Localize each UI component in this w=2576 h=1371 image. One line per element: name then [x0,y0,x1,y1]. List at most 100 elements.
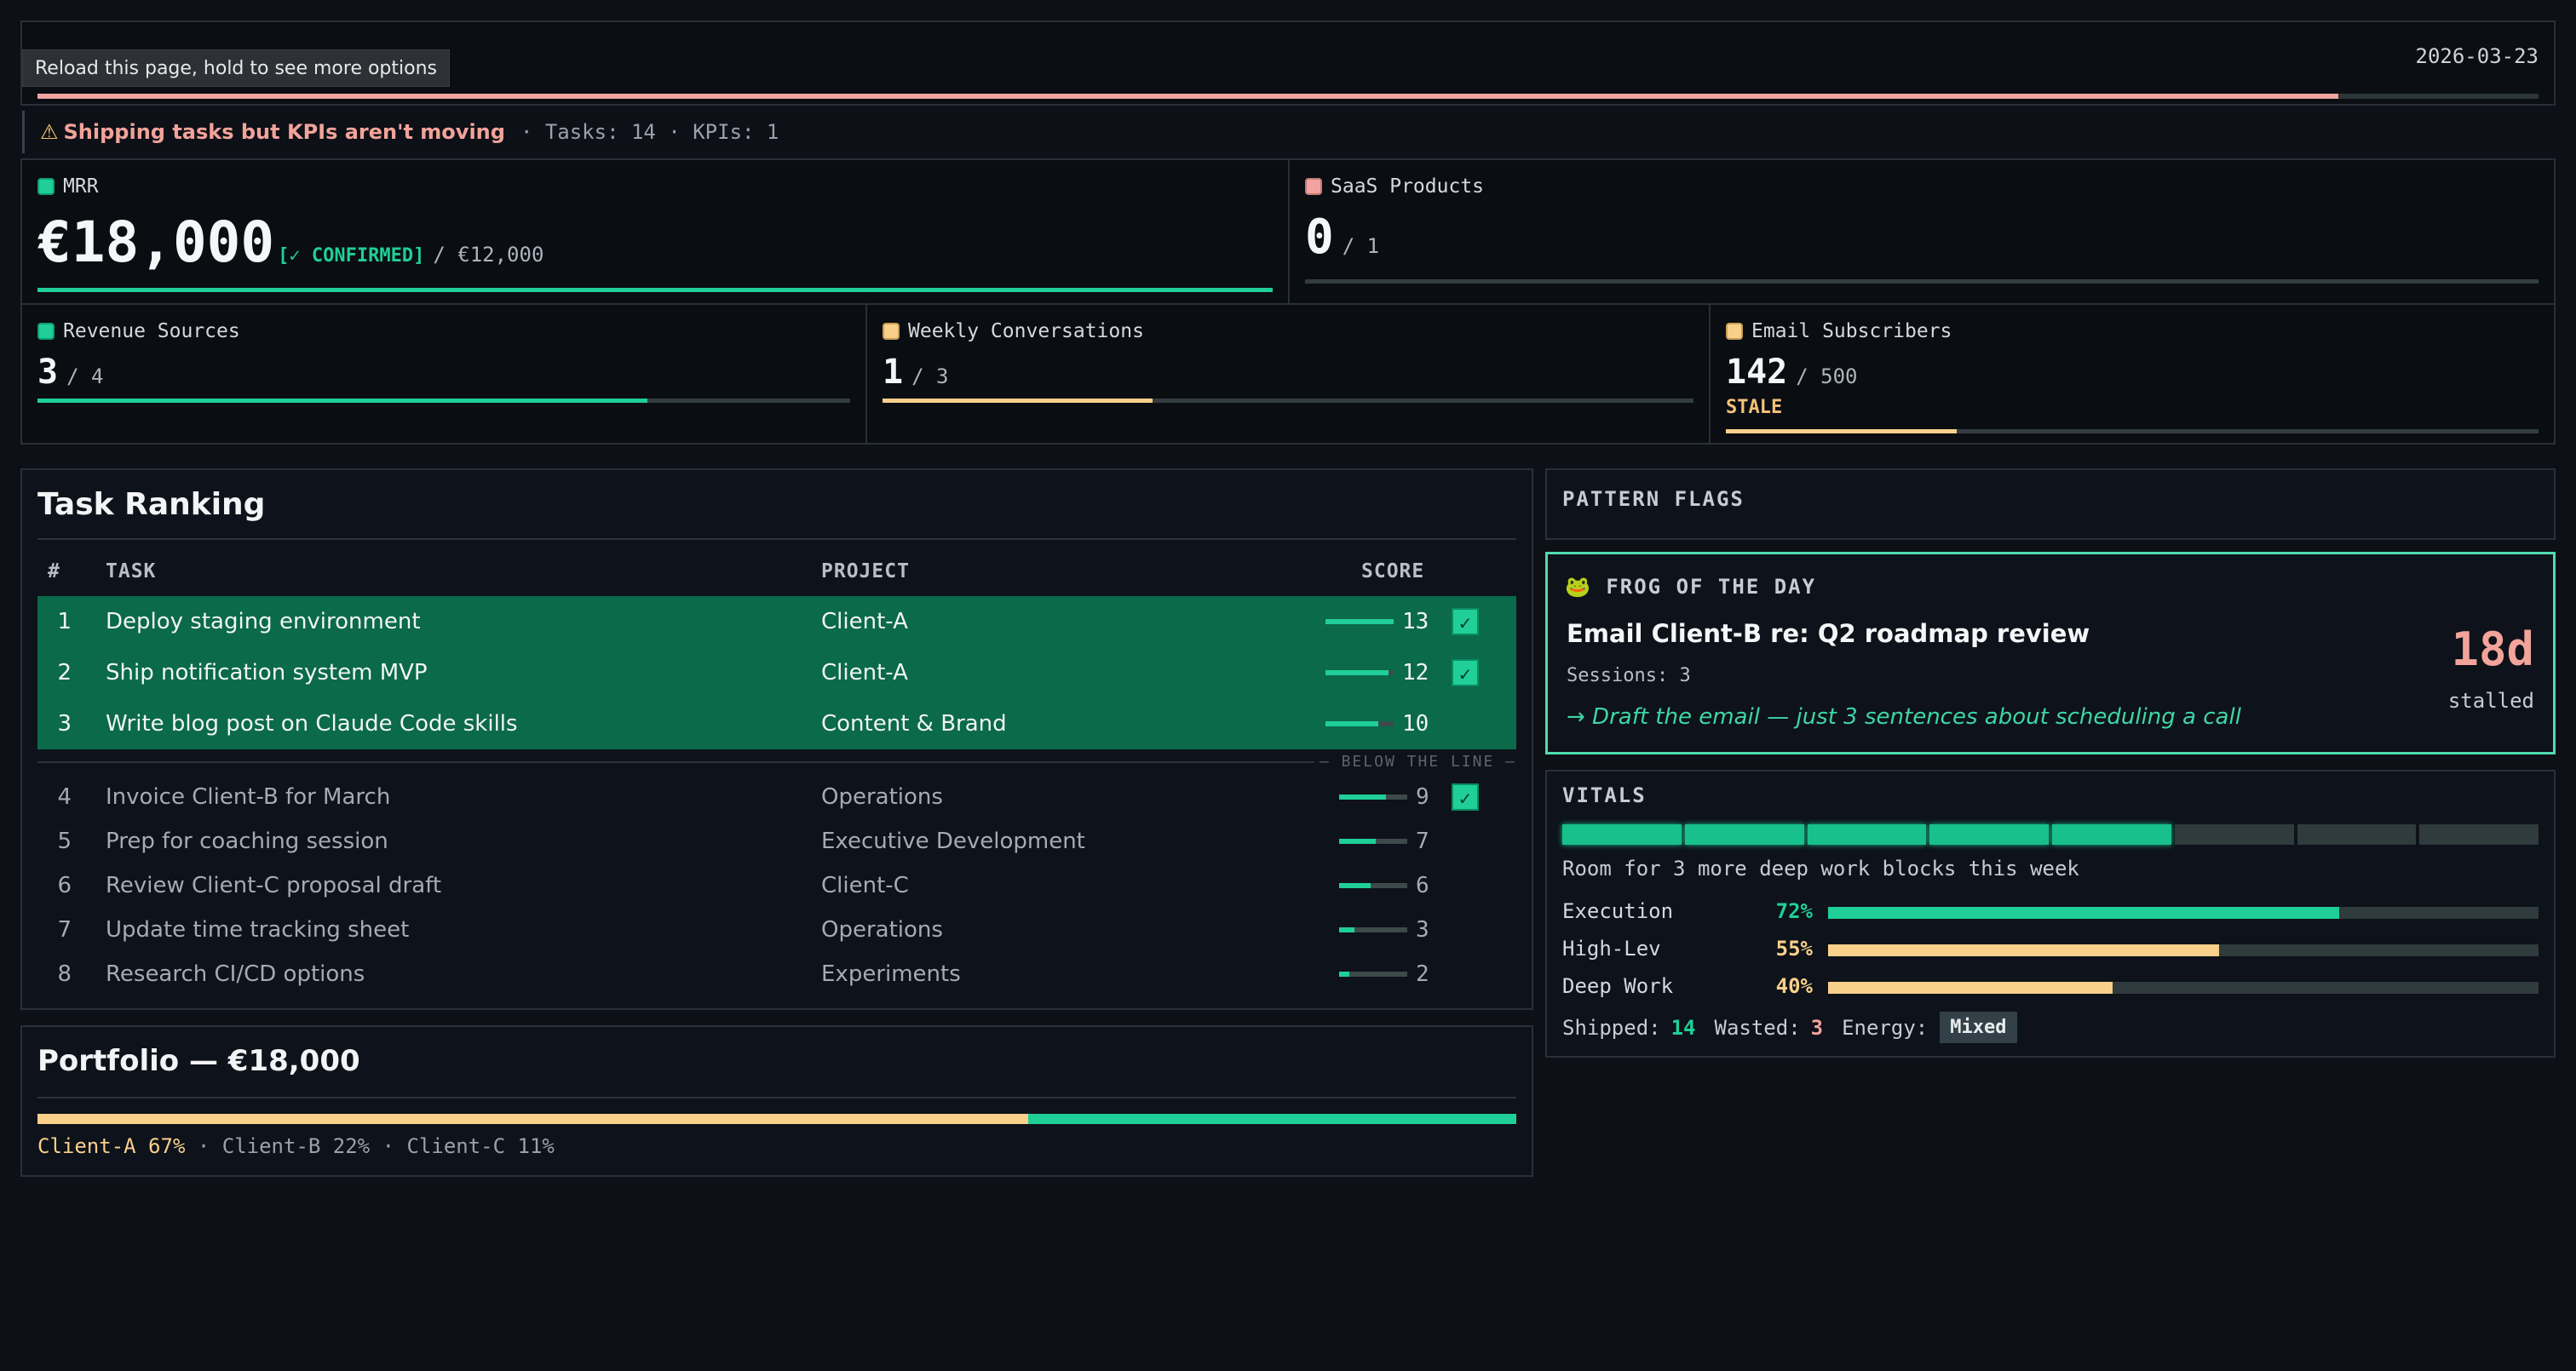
task-score: 2 [1416,952,1429,996]
kpi-value: 142 [1726,353,1787,392]
kpi-target: / 1 [1343,234,1379,258]
check-icon[interactable]: ✓ [1452,608,1479,635]
header-bar: Reload this page, hold to see more optio… [20,20,2556,106]
kpi-target: / 3 [911,364,948,388]
shipped-label: Shipped: [1562,1016,1661,1040]
task-project: Executive Development [821,819,1085,863]
below-the-line-label: — BELOW THE LINE — [1314,753,1516,771]
task-row[interactable]: 4 Invoice Client-B for March Operations 9 ✓ [37,775,1516,819]
below-line-divider [37,761,1516,763]
task-rank: 7 [37,908,72,952]
task-name: Write blog post on Claude Code skills [106,698,518,749]
check-icon[interactable]: ✓ [1452,659,1479,686]
vitals-footer: Shipped: 14 Wasted: 3 Energy: Mixed [1562,1012,2017,1043]
deep-work-block [1808,824,1927,845]
task-row[interactable]: 3Write blog post on Claude Code skillsCo… [37,698,1516,749]
vitals-row: Execution72% [1562,899,2539,925]
kpi-value: 0 [1305,209,1334,265]
deep-work-block [2052,824,2171,845]
kpi-progress [1726,429,2539,433]
vitals-label: Deep Work [1562,974,1673,998]
score-bar-fill [1325,670,1389,675]
vitals-label: Execution [1562,899,1673,923]
score-bar [1339,794,1407,800]
kpi-label: Weekly Conversations [908,320,1144,342]
task-ranking-panel: Task Ranking # TASK PROJECT SCORE 1Deplo… [20,468,1533,1010]
kpi-value: €18,000 [37,209,274,275]
score-bar [1339,927,1407,932]
task-row[interactable]: 2 Ship notification system MVP Client-A 12 ✓ [37,647,1516,698]
shipped-count: 14 [1671,1016,1696,1040]
task-score: 12 [1402,647,1429,698]
col-project: PROJECT [821,560,910,582]
task-rank: 6 [37,863,72,908]
energy-badge: Mixed [1940,1012,2016,1043]
frog-hint: → Draft the email — just 3 sentences abo… [1567,704,2241,730]
task-score: 9 [1416,775,1429,819]
score-bar [1339,839,1407,844]
task-ranking-title: Task Ranking [37,487,265,522]
check-icon[interactable]: ✓ [1452,783,1479,811]
header-date: 2026-03-23 [2416,44,2539,68]
task-name: Research CI/CD options [106,952,365,996]
deep-work-blocks [1562,824,2539,845]
task-rank: 1 [37,596,72,647]
task-project: Operations [821,775,943,819]
task-project: Experiments [821,952,961,996]
reload-tooltip: Reload this page, hold to see more optio… [22,49,450,87]
task-row[interactable]: 5Prep for coaching sessionExecutive Deve… [37,819,1516,863]
kpi-label: Revenue Sources [63,320,240,342]
deep-work-block [1562,824,1682,845]
divider [37,1097,1516,1099]
vitals-bar [1828,944,2539,956]
deep-work-block [2419,824,2539,845]
task-score: 3 [1416,908,1429,952]
header-progress [37,94,2539,99]
kpi-saas-products: SaaS Products 0 / 1 [1288,158,2556,305]
frog-task: Email Client-B re: Q2 roadmap review [1567,619,2090,648]
vitals-bar-fill [1828,944,2219,956]
vitals-row: Deep Work40% [1562,974,2539,1000]
warning-meta: · Tasks: 14 · KPIs: 1 [520,120,779,144]
task-row[interactable]: 7Update time tracking sheetOperations3 [37,908,1516,952]
kpi-label: MRR [63,175,99,198]
score-bar-fill [1339,883,1371,888]
kpi-label: SaaS Products [1331,175,1484,198]
vitals-title: VITALS [1562,783,1647,807]
frog-header: 🐸 FROG OF THE DAY [1565,575,1816,599]
score-bar-fill [1339,972,1349,977]
col-score: SCORE [1361,560,1424,582]
score-bar-fill [1339,927,1354,932]
portfolio-bar [37,1114,1516,1124]
task-rank: 4 [37,775,72,819]
task-rank: 3 [37,698,72,749]
vitals-bar-fill [1828,907,2339,919]
deep-work-block [1929,824,2049,845]
task-row[interactable]: 1Deploy staging environmentClient-A13✓ [37,596,1516,647]
task-project: Client-A [821,596,908,647]
task-project: Client-A [821,647,908,698]
confirmed-badge: [✓ CONFIRMED] [278,245,424,267]
score-bar [1339,972,1407,977]
kpi-progress [37,399,850,403]
task-row[interactable]: 6Review Client-C proposal draftClient-C6 [37,863,1516,908]
task-score: 6 [1416,863,1429,908]
kpi-progress [37,288,1273,292]
vitals-bar [1828,907,2539,919]
kpi-target: / 4 [66,364,103,388]
task-name: Ship notification system MVP [106,647,428,698]
frog-of-the-day-card[interactable]: 🐸 FROG OF THE DAY Email Client-B re: Q2 … [1545,552,2556,754]
task-rank: 2 [37,647,72,698]
deep-work-block [1685,824,1804,845]
task-row[interactable]: 8Research CI/CD optionsExperiments2 [37,952,1516,996]
stale-badge: STALE [1726,397,1782,418]
status-square-icon [883,323,900,340]
task-project: Operations [821,908,943,952]
portfolio-segment-client-a [37,1114,1028,1124]
warning-banner: ⚠ Shipping tasks but KPIs aren't moving … [22,111,2556,153]
task-name: Invoice Client-B for March [106,775,390,819]
task-project: Client-C [821,863,909,908]
score-bar [1325,619,1394,624]
task-score: 13 [1402,596,1429,647]
legend-others: · Client-B 22% · Client-C 11% [198,1134,555,1158]
